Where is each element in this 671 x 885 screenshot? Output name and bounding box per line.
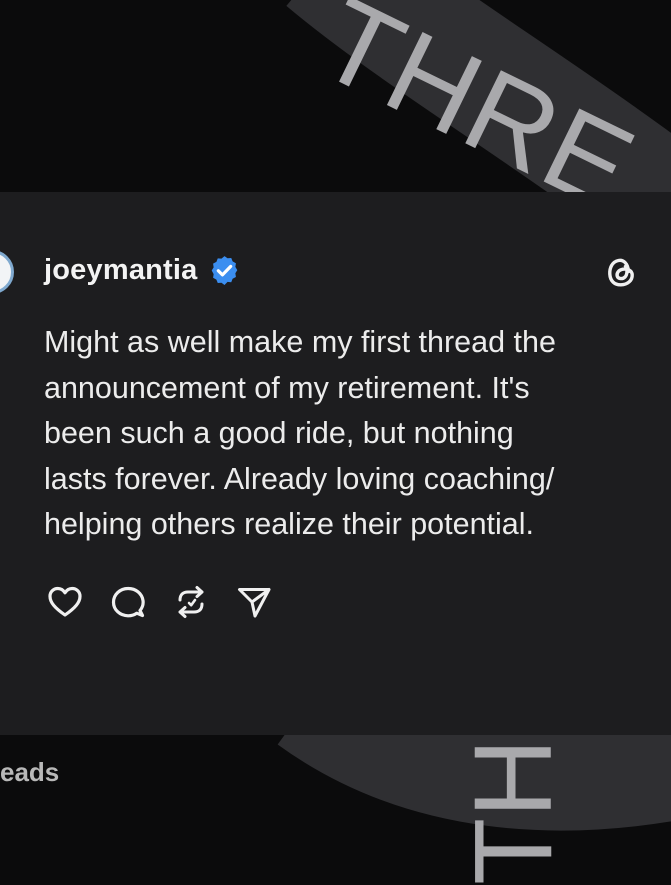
post-text: Might as well make my first thread the a…: [44, 325, 556, 541]
username[interactable]: joeymantia: [44, 254, 198, 287]
threads-logo-icon[interactable]: [601, 252, 641, 292]
avatar[interactable]: [0, 250, 14, 294]
footer-threads-label: eads: [0, 757, 60, 787]
heart-icon[interactable]: [46, 583, 84, 621]
comment-icon[interactable]: [109, 583, 147, 621]
send-icon[interactable]: [235, 583, 273, 621]
post-header: joeymantia: [44, 254, 241, 287]
bottom-ribbon-text: TH: [452, 738, 575, 885]
post-actions: [46, 583, 298, 621]
thread-post-card: joeymantia Might as well make my first t…: [0, 192, 671, 735]
verified-badge-icon: [211, 256, 237, 285]
repost-icon[interactable]: [172, 583, 210, 621]
